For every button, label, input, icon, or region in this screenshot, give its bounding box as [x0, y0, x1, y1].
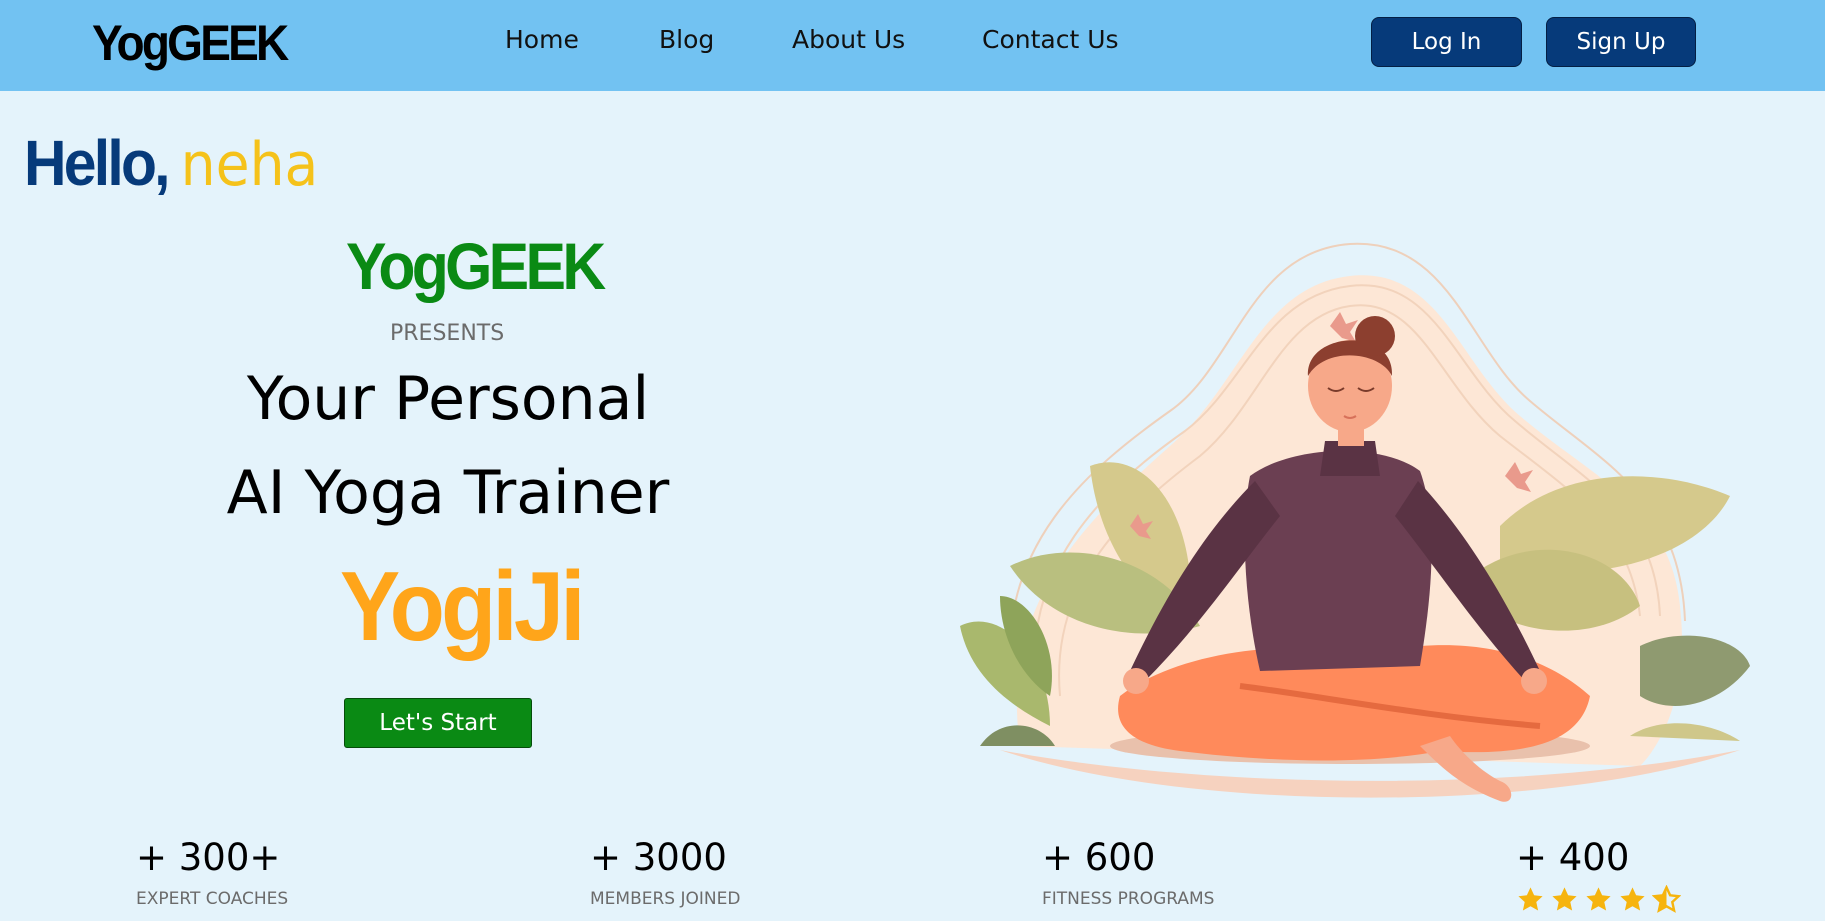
rating-stars [1516, 885, 1681, 914]
star-icon [1518, 887, 1543, 911]
login-button[interactable]: Log In [1371, 17, 1522, 67]
greeting: Hello, neha [24, 126, 318, 200]
logo[interactable]: YogGEEK [92, 14, 289, 72]
yoga-woman-illustration [960, 242, 1750, 802]
stat-expert-coaches: + 300+ EXPERT COACHES [136, 836, 288, 909]
stat-label: MEMBERS JOINED [590, 889, 741, 909]
presents-label: PRESENTS [390, 321, 505, 346]
navbar: YogGEEK Home Blog About Us Contact Us Lo… [0, 0, 1825, 91]
lets-start-button[interactable]: Let's Start [344, 698, 532, 748]
star-icon [1552, 887, 1577, 911]
star-icon [1620, 887, 1645, 911]
stat-number: + 600 [1042, 836, 1156, 879]
headline-line-1: Your Personal [246, 364, 650, 434]
half-star-icon [1652, 885, 1681, 913]
headline-line-2: AI Yoga Trainer [226, 458, 670, 528]
nav-link-home[interactable]: Home [505, 25, 579, 54]
stat-fitness-programs: + 600 FITNESS PROGRAMS [1042, 836, 1214, 909]
signup-button[interactable]: Sign Up [1546, 17, 1696, 67]
stat-members-joined: + 3000 MEMBERS JOINED [590, 836, 740, 909]
product-name: YogiJi [340, 551, 585, 661]
greeting-username: neha [180, 130, 319, 200]
star-icon [1586, 887, 1611, 911]
nav-link-blog[interactable]: Blog [659, 25, 714, 54]
stat-number: + 3000 [590, 836, 727, 879]
stat-label: FITNESS PROGRAMS [1042, 889, 1215, 909]
stat-number: + 400 [1516, 836, 1630, 879]
stat-number: + 300+ [136, 836, 281, 879]
stat-rating: + 400 [1516, 836, 1681, 914]
hero-brand: YogGEEK [346, 229, 606, 303]
stat-label: EXPERT COACHES [136, 889, 289, 909]
greeting-hello: Hello, [24, 127, 171, 199]
nav-link-contact-us[interactable]: Contact Us [982, 25, 1119, 54]
nav-link-about-us[interactable]: About Us [792, 25, 905, 54]
